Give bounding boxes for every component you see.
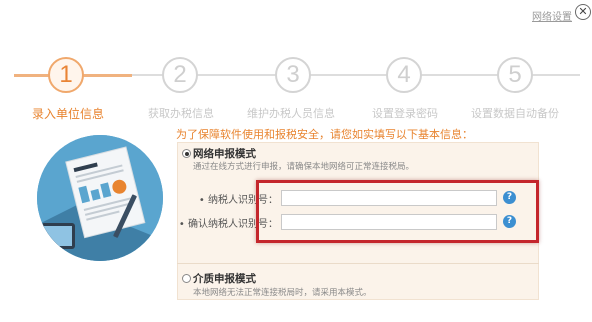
step-5-circle: 5	[497, 57, 533, 93]
media-mode-description: 本地网络无法正常连接税局时，请采用本模式。	[193, 288, 372, 298]
step-3-label: 维护办税人员信息	[247, 107, 335, 120]
close-icon[interactable]: ✕	[575, 4, 591, 20]
network-mode-radio[interactable]	[182, 149, 191, 158]
document-chart-icon	[37, 135, 163, 261]
step-4-label: 设置登录密码	[372, 107, 438, 120]
highlight-box	[256, 180, 539, 243]
step-4-circle: 4	[386, 57, 422, 93]
step-2-circle: 2	[162, 57, 198, 93]
panel-divider	[177, 263, 539, 264]
step-2-label: 获取办税信息	[148, 107, 214, 120]
step-3-circle: 3	[275, 57, 311, 93]
step-5-label: 设置数据自动备份	[471, 107, 559, 120]
step-1-label: 录入单位信息	[32, 107, 105, 121]
media-mode-radio[interactable]	[182, 274, 191, 283]
network-mode-title: 网络申报模式	[193, 148, 256, 160]
step-1-circle: 1	[48, 57, 84, 93]
network-mode-description: 通过在线方式进行申报，请确保本地网络可正常连接税局。	[193, 162, 415, 172]
network-settings-link[interactable]: 网络设置	[532, 8, 572, 23]
info-notice: 为了保障软件使用和报税安全，请您如实填写以下基本信息：	[176, 128, 473, 141]
document-illustration	[37, 135, 163, 261]
media-mode-title: 介质申报模式	[193, 273, 256, 285]
